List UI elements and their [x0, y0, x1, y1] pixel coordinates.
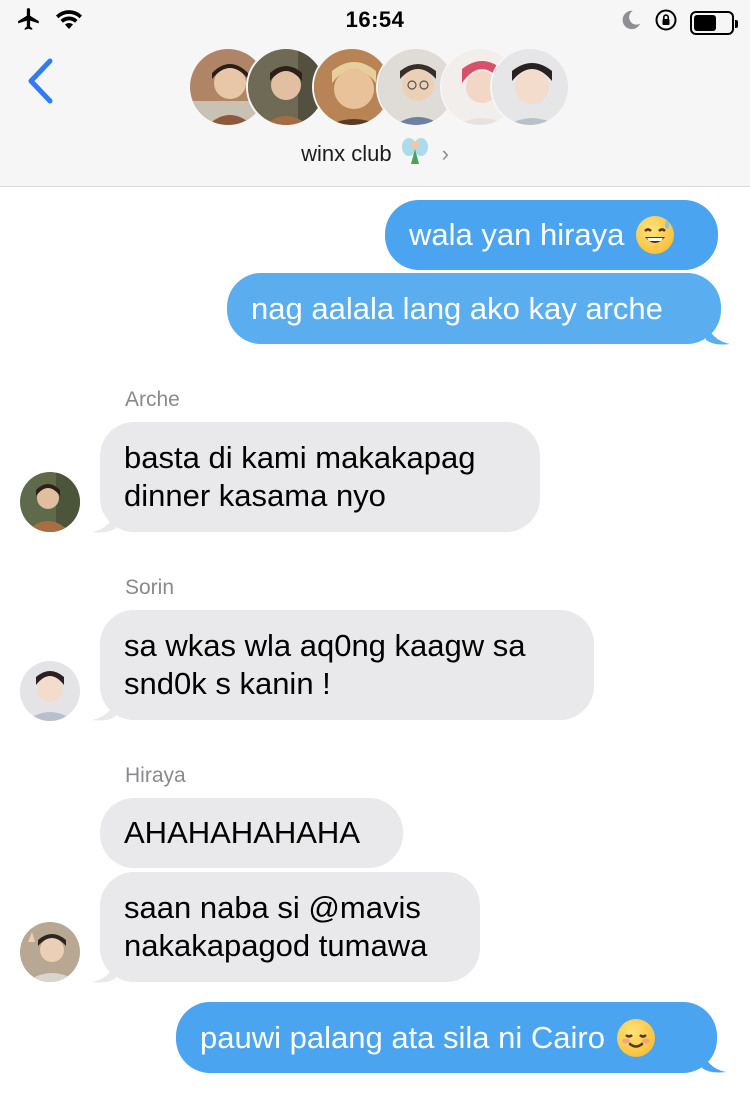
moon-icon — [620, 9, 642, 36]
sweat-smile-emoji — [636, 216, 675, 254]
bubble-tail — [92, 958, 116, 983]
message-bubble-incoming[interactable]: basta di kami makakapag dinner kasama ny… — [100, 422, 540, 532]
message-text: pauwi palang ata sila ni Cairo — [200, 1019, 605, 1055]
rotation-lock-icon — [654, 8, 678, 37]
message-bubble-incoming[interactable]: saan naba si @mavis nakakapagod tumawa — [100, 872, 480, 982]
message-text: wala yan hiraya — [409, 217, 625, 252]
chevron-right-icon: › — [441, 141, 449, 166]
fairy-icon — [400, 136, 430, 172]
sender-avatar-sorin[interactable] — [20, 661, 80, 721]
message-text-line: sa wkas wla aq0ng kaagw sa — [124, 628, 526, 663]
group-name: winx club — [301, 141, 392, 166]
group-avatars[interactable] — [188, 47, 570, 129]
sender-avatar-hiraya[interactable] — [20, 922, 80, 982]
message-text: nag aalala lang ako kay arche — [251, 290, 663, 326]
message-bubble-incoming[interactable]: sa wkas wla aq0ng kaagw sa snd0k s kanin… — [100, 610, 594, 720]
message-text-line: nakakapagod tumawa — [124, 928, 428, 963]
message-text-line: basta di kami makakapag — [124, 440, 476, 475]
battery-icon — [690, 10, 738, 35]
sender-name: Hiraya — [125, 764, 186, 787]
status-right-icons — [620, 8, 738, 37]
message-text: AHAHAHAHAHA — [124, 815, 360, 850]
message-bubble-outgoing[interactable]: nag aalala lang ako kay arche — [227, 273, 721, 344]
group-name-link[interactable]: winx club › — [0, 136, 750, 172]
message-bubble-outgoing[interactable]: wala yan hiraya — [385, 200, 718, 270]
sender-avatar-arche[interactable] — [20, 472, 80, 532]
message-bubble-outgoing[interactable]: pauwi palang ata sila ni Cairo — [176, 1002, 717, 1073]
conversation-header: 16:54 winx club › — [0, 0, 750, 187]
message-bubble-incoming[interactable]: AHAHAHAHAHA — [100, 798, 403, 868]
sender-name: Sorin — [125, 576, 175, 599]
status-bar: 16:54 — [0, 0, 750, 40]
bubble-tail — [702, 1048, 726, 1073]
member-avatar-6 — [490, 47, 570, 127]
chevron-left-icon — [28, 58, 53, 104]
message-text-line: dinner kasama nyo — [124, 478, 386, 513]
message-text-line: saan naba si @mavis — [124, 890, 421, 925]
sender-name: Arche — [125, 388, 180, 411]
back-button[interactable] — [20, 56, 60, 106]
bubble-tail — [706, 320, 730, 345]
message-text-line: snd0k s kanin ! — [124, 666, 331, 701]
bubble-tail — [92, 508, 116, 533]
battery-level — [694, 14, 716, 31]
bubble-tail — [92, 696, 116, 721]
relieved-smile-emoji — [616, 1018, 655, 1057]
